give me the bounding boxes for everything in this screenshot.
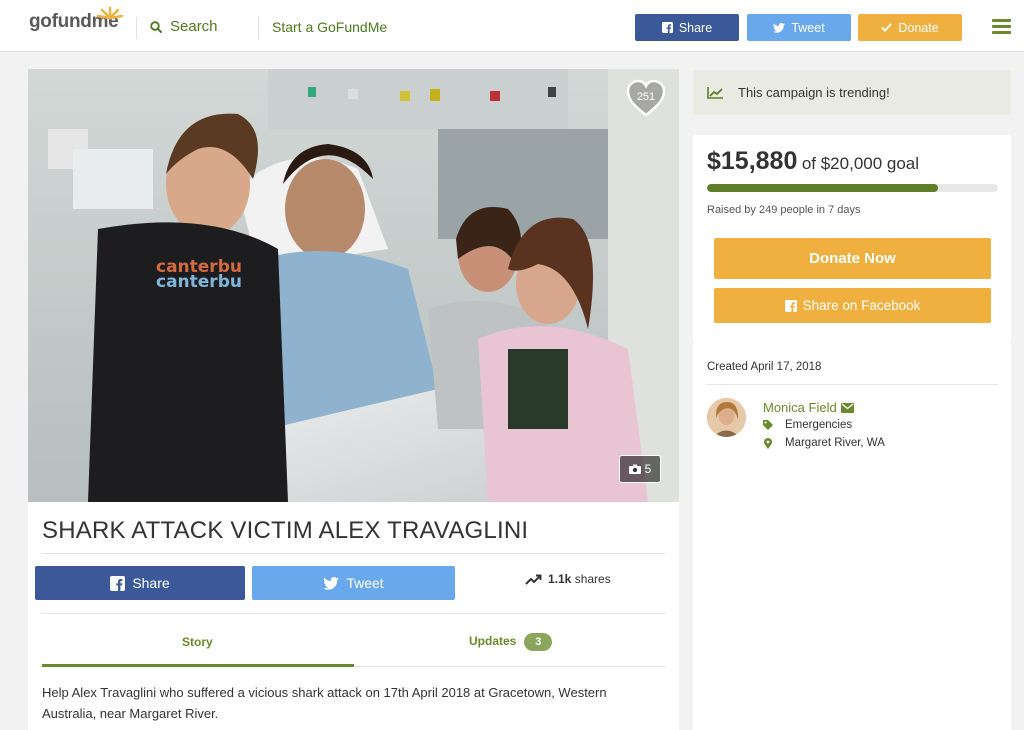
story-text: Help Alex Travaglini who suffered a vici… xyxy=(42,685,607,721)
shares-number: 1.1k xyxy=(548,572,572,586)
menu-icon[interactable] xyxy=(992,19,1011,35)
active-tab-indicator xyxy=(42,664,354,667)
share-label: Share xyxy=(132,575,170,591)
category-label: Emergencies xyxy=(785,419,853,431)
tab-updates-label: Updates xyxy=(469,634,517,648)
tweet-label: Tweet xyxy=(346,575,384,591)
created-date: Created April 17, 2018 xyxy=(707,361,822,373)
progress-bar xyxy=(707,184,998,192)
nav-donate-label: Donate xyxy=(898,20,939,35)
nav-divider xyxy=(136,17,137,39)
campaign-title: SHARK ATTACK VICTIM ALEX TRAVAGLINI xyxy=(42,517,529,544)
start-gofundme-link[interactable]: Start a GoFundMe xyxy=(272,19,387,35)
tag-icon xyxy=(763,420,773,430)
facebook-icon xyxy=(784,299,797,312)
trending-up-icon xyxy=(525,574,542,585)
chart-line-icon xyxy=(707,87,723,99)
checkmark-icon xyxy=(881,23,893,32)
heart-badge[interactable]: 251 xyxy=(625,79,667,119)
organizer-panel: Created April 17, 2018 Monica Field Emer… xyxy=(693,344,1011,730)
nav-share-button[interactable]: Share xyxy=(635,14,739,41)
twitter-icon xyxy=(773,22,786,33)
donation-card: $15,880 of $20,000 goal Raised by 249 pe… xyxy=(693,135,1011,344)
raised-amount: $15,880 xyxy=(707,147,798,175)
progress-fill xyxy=(707,184,939,192)
divider xyxy=(42,553,665,554)
organizer-category: Emergencies xyxy=(763,419,852,431)
envelope-icon[interactable] xyxy=(840,402,854,413)
organizer-name[interactable]: Monica Field xyxy=(763,400,854,415)
nav-tweet-label: Tweet xyxy=(791,20,825,35)
map-pin-icon xyxy=(763,437,773,449)
trending-text: This campaign is trending! xyxy=(738,85,890,100)
tab-updates[interactable]: Updates 3 xyxy=(469,633,553,651)
share-button[interactable]: Share xyxy=(35,566,245,600)
gofundme-logo[interactable]: gofundme xyxy=(29,6,124,32)
photo-count-button[interactable]: 5 xyxy=(619,455,661,483)
facebook-icon xyxy=(110,575,126,591)
top-nav: gofundme Search Start a GoFundMe Share T… xyxy=(0,0,1024,52)
organizer-name-label: Monica Field xyxy=(763,400,837,415)
shares-suffix: shares xyxy=(574,572,611,586)
shares-count: 1.1k shares xyxy=(525,572,611,586)
search-icon xyxy=(150,20,162,33)
donate-now-label: Donate Now xyxy=(809,250,896,267)
facebook-icon xyxy=(661,22,673,33)
camera-icon xyxy=(628,464,641,474)
campaign-card: SHARK ATTACK VICTIM ALEX TRAVAGLINI Shar… xyxy=(28,502,679,730)
avatar[interactable] xyxy=(707,398,746,437)
svg-text:canterbu: canterbu xyxy=(156,272,242,292)
divider xyxy=(42,613,665,614)
photo-count: 5 xyxy=(644,462,652,476)
nav-search[interactable]: Search xyxy=(150,18,218,35)
raised-by-text: Raised by 249 people in 7 days xyxy=(707,204,861,216)
hospital-photo: canterbu canterbu xyxy=(28,69,679,502)
tweet-button[interactable]: Tweet xyxy=(252,566,455,600)
location-label: Margaret River, WA xyxy=(785,437,885,449)
raised-summary: $15,880 of $20,000 goal xyxy=(707,147,919,176)
heart-count: 251 xyxy=(636,91,656,103)
nav-share-label: Share xyxy=(678,20,713,35)
nav-donate-button[interactable]: Donate xyxy=(858,14,962,41)
donate-now-button[interactable]: Donate Now xyxy=(714,238,991,279)
trending-banner: This campaign is trending! xyxy=(693,70,1011,115)
nav-tweet-button[interactable]: Tweet xyxy=(747,14,851,41)
tab-story-label: Story xyxy=(182,635,213,649)
logo-sun-icon xyxy=(96,6,124,20)
share-on-facebook-button[interactable]: Share on Facebook xyxy=(714,288,991,323)
nav-divider xyxy=(258,17,259,39)
goal-text: of $20,000 goal xyxy=(801,154,920,173)
tab-story[interactable]: Story xyxy=(182,635,213,649)
share-on-facebook-label: Share on Facebook xyxy=(802,298,921,313)
divider xyxy=(707,384,998,385)
campaign-photo[interactable]: canterbu canterbu 251 5 xyxy=(28,69,679,502)
search-label: Search xyxy=(170,18,218,35)
organizer-location: Margaret River, WA xyxy=(763,437,885,449)
updates-count-badge: 3 xyxy=(524,633,553,651)
twitter-icon xyxy=(323,576,340,590)
